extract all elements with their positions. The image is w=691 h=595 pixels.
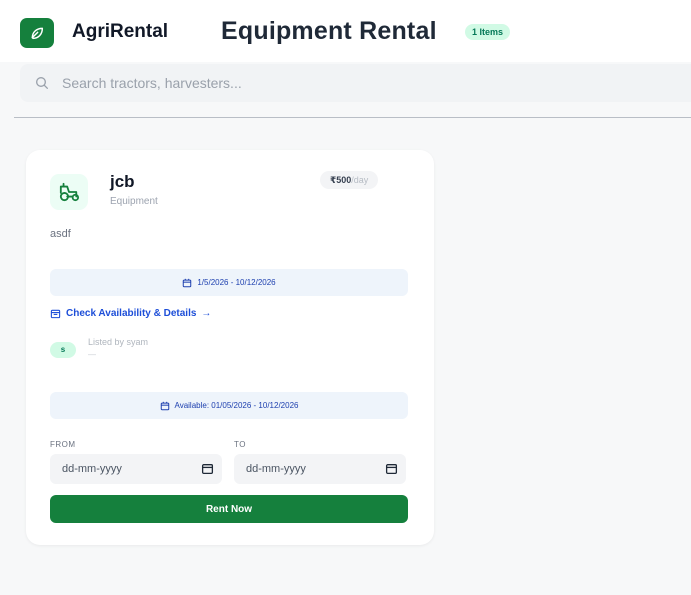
price-unit: /day [351,175,369,185]
calendar-icon[interactable] [385,462,398,475]
equipment-description: asdf [50,228,71,240]
to-date-value: dd-mm-yyyy [246,463,306,475]
price-value: ₹500 [330,175,352,185]
logo[interactable] [20,18,54,48]
header-divider [14,117,691,118]
owner-subtext: — [88,350,96,359]
equipment-category: Equipment [110,196,158,207]
leaf-icon [31,27,44,40]
owner-avatar: s [50,342,76,358]
to-date-input[interactable]: dd-mm-yyyy [234,454,406,484]
from-date-value: dd-mm-yyyy [62,463,122,475]
check-availability-label: Check Availability & Details [66,308,197,319]
from-label: FROM [50,440,76,449]
check-availability-link[interactable]: Check Availability & Details → [50,308,211,319]
app-header: AgriRental Equipment Rental 1 Items [0,0,691,62]
calendar-icon [160,401,170,411]
page-title: Equipment Rental [221,17,437,45]
search-bar[interactable] [20,64,691,102]
arrow-right-icon: → [201,308,212,319]
equipment-card: jcb Equipment ₹500/day asdf 1/5/2026 - 1… [26,150,434,545]
from-date-input[interactable]: dd-mm-yyyy [50,454,222,484]
date-range-text: 1/5/2026 - 10/12/2026 [197,278,276,287]
owner-text: Listed by syam [88,337,149,347]
tractor-icon [59,182,80,202]
availability-text: Available: 01/05/2026 - 10/12/2026 [174,401,299,410]
to-label: TO [234,440,246,449]
search-icon [36,77,48,89]
equipment-name[interactable]: jcb [110,172,135,192]
price-badge: ₹500/day [320,171,379,189]
details-icon [50,308,61,319]
availability-banner: Available: 01/05/2026 - 10/12/2026 [50,392,408,419]
calendar-icon[interactable] [201,462,214,475]
item-count-badge: 1 Items [465,24,511,40]
equipment-icon-box [50,174,88,210]
rent-now-button[interactable]: Rent Now [50,495,408,523]
calendar-icon [182,278,192,288]
date-range-banner: 1/5/2026 - 10/12/2026 [50,269,408,296]
search-input[interactable] [62,72,662,94]
brand-name[interactable]: AgriRental [72,21,168,43]
